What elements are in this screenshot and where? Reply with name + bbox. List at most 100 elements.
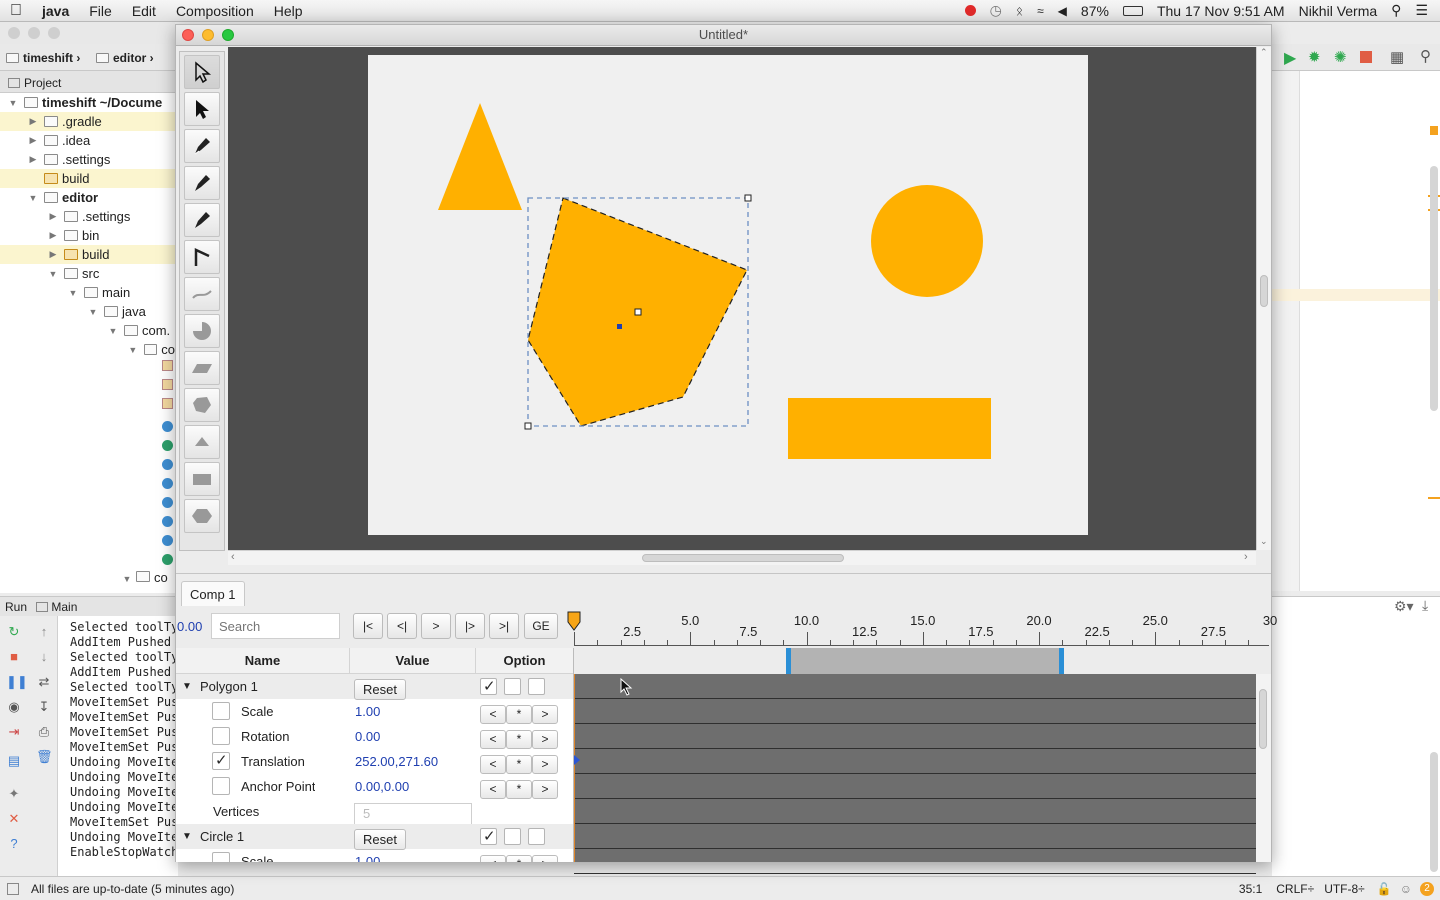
line-separator[interactable]: CRLF÷	[1276, 882, 1314, 896]
chevron-down-icon[interactable]: ▼	[182, 824, 192, 849]
property-value[interactable]: 1.00	[355, 849, 380, 862]
pause-icon[interactable]: ❚❚	[6, 674, 28, 690]
reset-button[interactable]: Reset	[354, 829, 406, 850]
breadcrumb-timeshift[interactable]: timeshift ›	[0, 44, 86, 71]
work-area-range[interactable]	[787, 648, 1063, 674]
remove-anchor-tool[interactable]	[184, 203, 220, 237]
spotlight-icon[interactable]: ⚲	[1391, 2, 1401, 19]
direct-select-tool[interactable]	[184, 92, 220, 126]
console-scrollbar[interactable]	[1430, 752, 1438, 872]
curve-tool[interactable]	[184, 277, 220, 311]
tree-item[interactable]: ▼ main	[0, 283, 175, 302]
next-key-button[interactable]: >	[532, 855, 558, 862]
property-value[interactable]: 1.00	[355, 699, 380, 724]
menu-help[interactable]: Help	[264, 3, 313, 19]
soft-wrap-icon[interactable]: ⇄	[36, 674, 52, 690]
tree-lower-folder[interactable]: ▼ co	[122, 570, 168, 585]
property-row[interactable]: Translation 252.00,271.60 <*>	[176, 749, 573, 774]
add-key-button[interactable]: *	[506, 855, 532, 862]
property-value[interactable]: 0.00	[355, 724, 380, 749]
battery-percent[interactable]: 87%	[1081, 3, 1109, 19]
wifi-icon[interactable]: ≈	[1037, 4, 1044, 18]
property-row[interactable]: Rotation 0.00 < * >	[176, 724, 573, 749]
prev-key-button[interactable]: <	[480, 755, 506, 774]
add-key-button[interactable]: *	[506, 780, 532, 799]
convert-anchor-tool[interactable]	[184, 240, 220, 274]
record-icon[interactable]	[964, 5, 976, 16]
chevron-down-icon[interactable]: ▼	[128, 345, 138, 355]
select-tool[interactable]	[184, 55, 220, 89]
parallelogram-tool[interactable]	[184, 351, 220, 385]
property-value[interactable]: 252.00,271.60	[355, 749, 438, 774]
ge-button[interactable]: GE	[524, 613, 558, 639]
keyframe-enable-checkbox[interactable]	[212, 777, 230, 795]
print-icon[interactable]: ⎙	[36, 724, 52, 740]
chevron-down-icon[interactable]: ▼	[8, 98, 18, 108]
menu-composition[interactable]: Composition	[166, 3, 264, 19]
close-window-icon[interactable]	[182, 29, 194, 41]
app-menu[interactable]: java	[32, 3, 79, 19]
chevron-right-icon[interactable]: ▶	[48, 249, 58, 260]
tree-item[interactable]: ▶ build	[0, 245, 175, 264]
canvas-horizontal-scrollbar[interactable]: ‹ ›	[228, 550, 1256, 565]
next-key-button[interactable]: >	[532, 755, 558, 774]
layer-visible-checkbox[interactable]	[480, 677, 497, 695]
column-header-name[interactable]: Name	[176, 648, 350, 674]
reset-button[interactable]: Reset	[354, 679, 406, 700]
property-row[interactable]: Scale 1.00 <*>	[176, 699, 573, 724]
tab-comp-1[interactable]: Comp 1	[181, 581, 245, 606]
chevron-right-icon[interactable]: ▶	[28, 116, 38, 127]
search-everywhere-icon[interactable]: ⚲	[1420, 47, 1431, 65]
search-input[interactable]	[211, 613, 340, 639]
window-titlebar[interactable]: Untitled*	[176, 25, 1271, 46]
error-stripe-marker[interactable]	[1430, 126, 1438, 135]
scroll-up-arrow-icon[interactable]: ⌃	[1260, 47, 1268, 58]
run-icon[interactable]: ▶	[1284, 48, 1296, 68]
cursor-position[interactable]: 35:1	[1239, 882, 1262, 896]
help-icon[interactable]: ?	[6, 836, 22, 852]
anchor-handle[interactable]	[634, 308, 642, 316]
arc-tool[interactable]	[184, 314, 220, 348]
rectangle-shape[interactable]	[788, 398, 991, 459]
trash-icon[interactable]: 🗑	[36, 749, 53, 765]
ide-minimize-icon[interactable]	[28, 27, 40, 39]
work-area-start-handle[interactable]	[785, 648, 791, 674]
scroll-up-icon[interactable]: ↑	[36, 624, 52, 640]
tree-item[interactable]: build	[0, 169, 175, 188]
add-anchor-tool[interactable]: +	[184, 166, 220, 200]
stop-run-icon[interactable]: ■	[6, 649, 22, 665]
ellipse-tool[interactable]	[184, 499, 220, 533]
tree-item[interactable]: ▼ timeshift ~/Docume	[0, 93, 175, 112]
camera-icon[interactable]: ◉	[6, 699, 22, 715]
triangle-tool[interactable]	[184, 425, 220, 459]
project-structure-icon[interactable]: ▦	[1390, 48, 1404, 66]
pivot-point[interactable]	[617, 324, 622, 329]
stop-icon[interactable]	[1360, 51, 1372, 63]
polygon-tool[interactable]	[184, 388, 220, 422]
scroll-right-arrow-icon[interactable]: ›	[1244, 551, 1248, 563]
current-time[interactable]: 0.00	[177, 619, 202, 634]
next-keyframe-button[interactable]: |>	[455, 613, 485, 639]
tree-item[interactable]: ▼ co	[0, 340, 175, 359]
lock-icon[interactable]: 🔓	[1377, 882, 1392, 896]
tree-item[interactable]: ▶ .settings	[0, 207, 175, 226]
column-header-option[interactable]: Option	[476, 648, 573, 674]
tracks-vertical-scrollbar[interactable]	[1256, 674, 1271, 862]
notification-badge[interactable]: 2	[1420, 881, 1434, 896]
user-name[interactable]: Nikhil Verma	[1299, 3, 1378, 19]
menu-file[interactable]: File	[79, 3, 122, 19]
property-row[interactable]: Scale 1.00 <*>	[176, 849, 573, 862]
menu-edit[interactable]: Edit	[122, 3, 166, 19]
minimize-window-icon[interactable]	[202, 29, 214, 41]
layer-visible-checkbox[interactable]	[480, 827, 497, 845]
tracks-scroll-thumb[interactable]	[1259, 689, 1267, 749]
tree-item[interactable]: ▶ .settings	[0, 150, 175, 169]
inspector-icon[interactable]: ☺	[1400, 882, 1412, 896]
editor-scrollbar[interactable]	[1430, 166, 1438, 411]
playhead-handle[interactable]	[566, 610, 584, 632]
chevron-right-icon[interactable]: ▶	[28, 154, 38, 165]
keyframe-enable-checkbox[interactable]	[212, 702, 230, 720]
chevron-down-icon[interactable]: ▼	[88, 307, 98, 317]
error-stripe-marker[interactable]	[1428, 497, 1440, 499]
keyframe-enable-checkbox[interactable]	[212, 751, 230, 770]
